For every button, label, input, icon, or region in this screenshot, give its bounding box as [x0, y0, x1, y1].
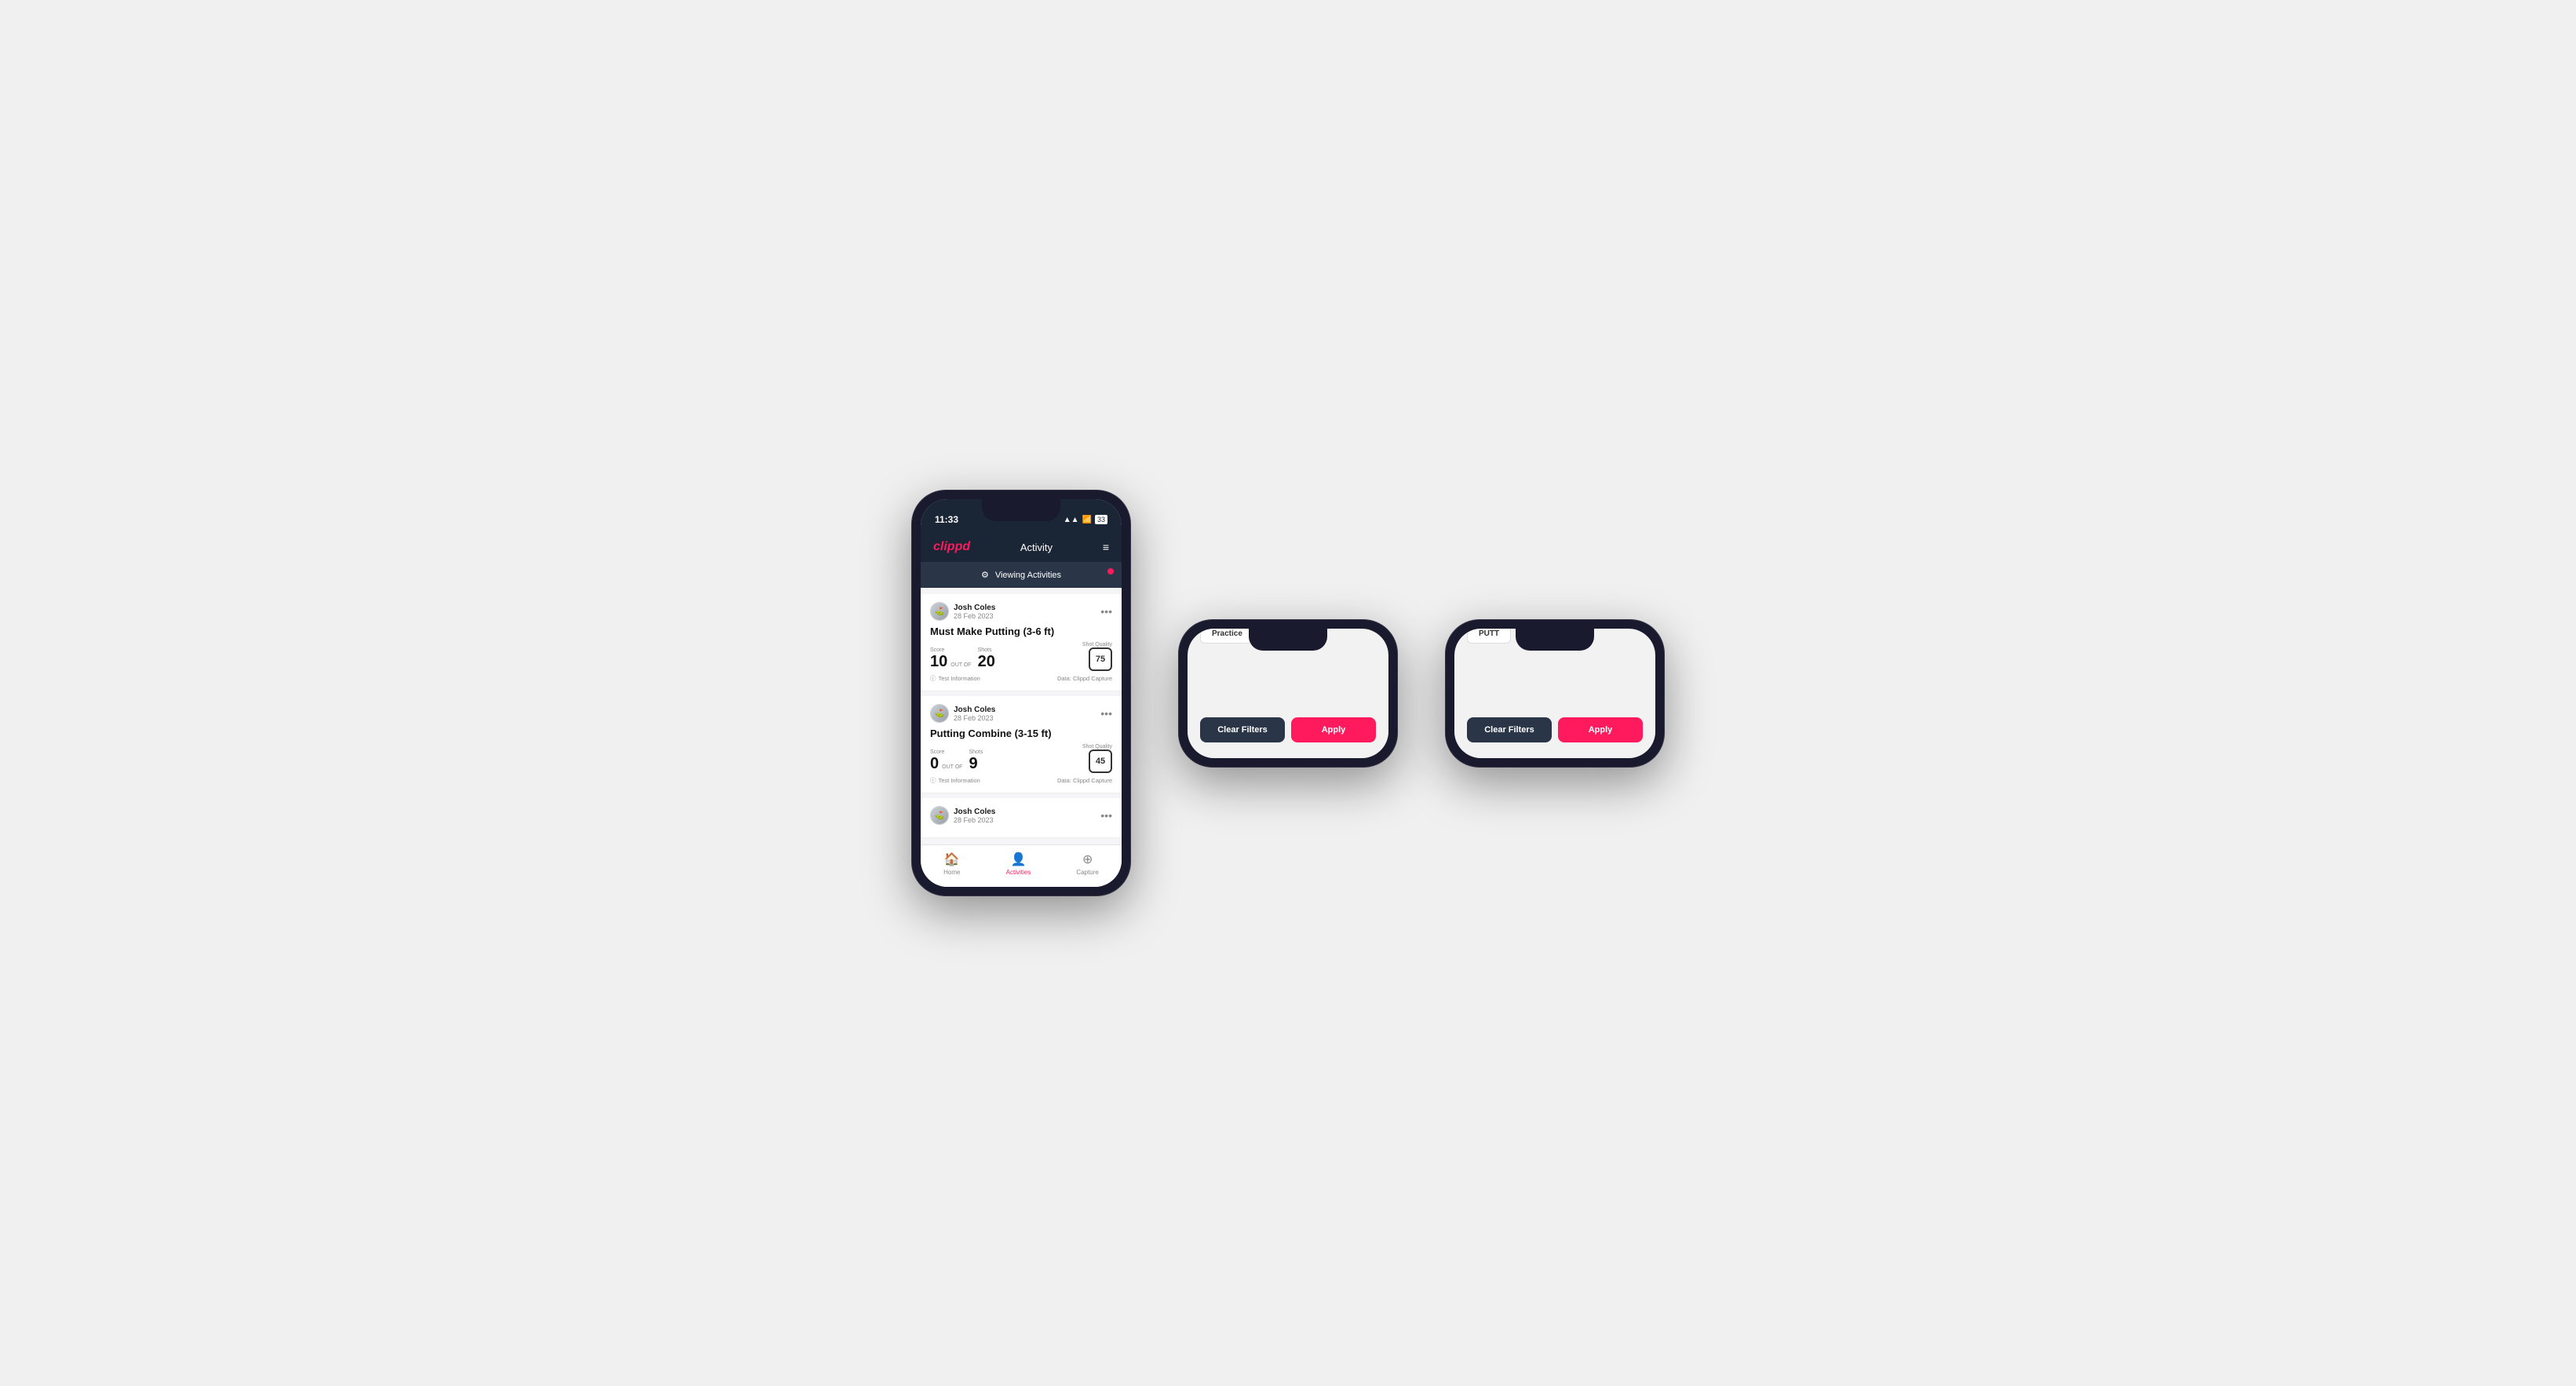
avatar-3: ⛳ — [930, 806, 949, 825]
shots-col-1: Shots 20 — [978, 647, 995, 671]
phone-2-screen: 11:33 ▲▲ 📶 33 clippd Activity ≡ ⚙ Viewin… — [1188, 629, 1388, 758]
notch-3 — [1516, 629, 1594, 651]
clear-filters-btn-2[interactable]: Clear Filters — [1200, 717, 1285, 742]
avatar-icon-3: ⛳ — [935, 812, 944, 820]
card-header-2: ⛳ Josh Coles 28 Feb 2023 ••• — [930, 704, 1112, 723]
shots-value-2: 9 — [969, 755, 983, 773]
apply-btn-3[interactable]: Apply — [1558, 717, 1643, 742]
shots-col-2: Shots 9 — [969, 750, 983, 773]
time-1: 11:33 — [935, 514, 958, 525]
user-name-1: Josh Coles — [954, 604, 995, 612]
test-info-2: ⓘ Test Information — [930, 776, 980, 785]
phone-3-screen: 11:33 ▲▲ 📶 33 clippd Activity ≡ ⚙ Viewin… — [1454, 629, 1655, 758]
modal-footer-2: Clear Filters Apply — [1200, 717, 1376, 742]
nav-bar-1: clippd Activity ≡ — [921, 534, 1122, 562]
status-icons-1: ▲▲ 📶 33 — [1064, 515, 1107, 524]
shots-label-1: Shots — [978, 647, 995, 653]
nav-home-1[interactable]: 🏠 Home — [943, 852, 960, 876]
avatar-1: ⛳ — [930, 602, 949, 621]
logo-1: clippd — [933, 540, 970, 554]
card-title-2: Putting Combine (3-15 ft) — [930, 728, 1112, 739]
activity-card-2[interactable]: ⛳ Josh Coles 28 Feb 2023 ••• Putting Com… — [921, 696, 1122, 793]
user-name-3: Josh Coles — [954, 808, 995, 816]
avatar-icon-2: ⛳ — [935, 709, 944, 718]
activity-card-3[interactable]: ⛳ Josh Coles 28 Feb 2023 ••• — [921, 798, 1122, 838]
quality-label-2: Shot Quality — [1082, 744, 1112, 750]
more-dots-2[interactable]: ••• — [1100, 707, 1112, 720]
activities-icon-1: 👤 — [1010, 852, 1026, 867]
phone-2: 11:33 ▲▲ 📶 33 clippd Activity ≡ ⚙ Viewin… — [1178, 619, 1398, 768]
score-col-2: Score 0 OUT OF — [930, 750, 962, 773]
avatar-2: ⛳ — [930, 704, 949, 723]
score-col-1: Score 10 OUT OF — [930, 647, 972, 671]
clear-filters-btn-3[interactable]: Clear Filters — [1467, 717, 1552, 742]
test-info-1: ⓘ Test Information — [930, 674, 980, 683]
shots-label-2: Shots — [969, 750, 983, 755]
user-date-1: 28 Feb 2023 — [954, 612, 995, 620]
card-title-1: Must Make Putting (3-6 ft) — [930, 626, 1112, 637]
data-source-2: Data: Clippd Capture — [1057, 777, 1112, 784]
capture-label-1: Capture — [1076, 869, 1098, 876]
out-of-1: OUT OF — [950, 662, 971, 668]
info-icon-2: ⓘ — [930, 776, 936, 785]
quality-badge-1: 75 — [1089, 647, 1112, 671]
apply-btn-2[interactable]: Apply — [1291, 717, 1376, 742]
quality-badge-2: 45 — [1089, 750, 1112, 773]
battery-icon: 33 — [1095, 515, 1107, 524]
quality-label-1: Shot Quality — [1082, 642, 1112, 647]
avatar-icon-1: ⛳ — [935, 607, 944, 616]
info-icon-1: ⓘ — [930, 674, 936, 683]
quality-col-1: Shot Quality 75 — [1082, 642, 1112, 671]
home-label-1: Home — [943, 869, 960, 876]
bottom-nav-1: 🏠 Home 👤 Activities ⊕ Capture — [921, 844, 1122, 887]
phone-1-screen: 11:33 ▲▲ 📶 33 clippd Activity ≡ ⚙ Viewin… — [921, 499, 1122, 887]
score-value-2: 0 — [930, 755, 939, 773]
card-footer-1: ⓘ Test Information Data: Clippd Capture — [930, 674, 1112, 683]
user-name-2: Josh Coles — [954, 706, 995, 714]
card-user-3: ⛳ Josh Coles 28 Feb 2023 — [930, 806, 995, 825]
practice-btn-2[interactable]: Practice — [1200, 629, 1254, 644]
nav-capture-1[interactable]: ⊕ Capture — [1076, 852, 1098, 876]
menu-icon-1[interactable]: ≡ — [1103, 541, 1109, 553]
out-of-2: OUT OF — [942, 764, 962, 770]
signal-icon: ▲▲ — [1064, 516, 1079, 524]
card-footer-2: ⓘ Test Information Data: Clippd Capture — [930, 776, 1112, 785]
notch-2 — [1249, 629, 1327, 651]
card-header-1: ⛳ Josh Coles 28 Feb 2023 ••• — [930, 602, 1112, 621]
modal-footer-3: Clear Filters Apply — [1467, 717, 1643, 742]
putt-btn-3[interactable]: PUTT — [1467, 629, 1511, 644]
activities-label-1: Activities — [1006, 869, 1031, 876]
phone-3: 11:33 ▲▲ 📶 33 clippd Activity ≡ ⚙ Viewin… — [1445, 619, 1665, 768]
home-icon-1: 🏠 — [944, 852, 960, 867]
user-info-1: Josh Coles 28 Feb 2023 — [954, 604, 995, 620]
more-dots-1[interactable]: ••• — [1100, 605, 1112, 618]
quality-col-2: Shot Quality 45 — [1082, 744, 1112, 773]
more-dots-3[interactable]: ••• — [1100, 809, 1112, 822]
phone-1: 11:33 ▲▲ 📶 33 clippd Activity ≡ ⚙ Viewin… — [911, 490, 1131, 896]
user-date-2: 28 Feb 2023 — [954, 714, 995, 722]
viewing-label-1: Viewing Activities — [995, 571, 1061, 580]
viewing-banner-1[interactable]: ⚙ Viewing Activities — [921, 562, 1122, 588]
data-source-1: Data: Clippd Capture — [1057, 675, 1112, 682]
user-info-2: Josh Coles 28 Feb 2023 — [954, 706, 995, 722]
filter-icon-1: ⚙ — [981, 570, 989, 580]
shots-value-1: 20 — [978, 653, 995, 671]
card-header-3: ⛳ Josh Coles 28 Feb 2023 ••• — [930, 806, 1112, 825]
activity-card-1[interactable]: ⛳ Josh Coles 28 Feb 2023 ••• Must Make P… — [921, 594, 1122, 691]
wifi-icon: 📶 — [1082, 516, 1092, 524]
nav-title-1: Activity — [1020, 542, 1053, 553]
card-user-1: ⛳ Josh Coles 28 Feb 2023 — [930, 602, 995, 621]
user-info-3: Josh Coles 28 Feb 2023 — [954, 808, 995, 824]
score-label-2: Score — [930, 750, 962, 755]
user-date-3: 28 Feb 2023 — [954, 816, 995, 824]
nav-activities-1[interactable]: 👤 Activities — [1006, 852, 1031, 876]
banner-dot-1 — [1107, 568, 1114, 574]
card-user-2: ⛳ Josh Coles 28 Feb 2023 — [930, 704, 995, 723]
capture-icon-1: ⊕ — [1082, 852, 1093, 867]
score-value-1: 10 — [930, 653, 947, 671]
score-label-1: Score — [930, 647, 972, 653]
activity-list-1: ⛳ Josh Coles 28 Feb 2023 ••• Must Make P… — [921, 588, 1122, 844]
scene: 11:33 ▲▲ 📶 33 clippd Activity ≡ ⚙ Viewin… — [864, 443, 1712, 943]
notch-1 — [982, 499, 1060, 521]
